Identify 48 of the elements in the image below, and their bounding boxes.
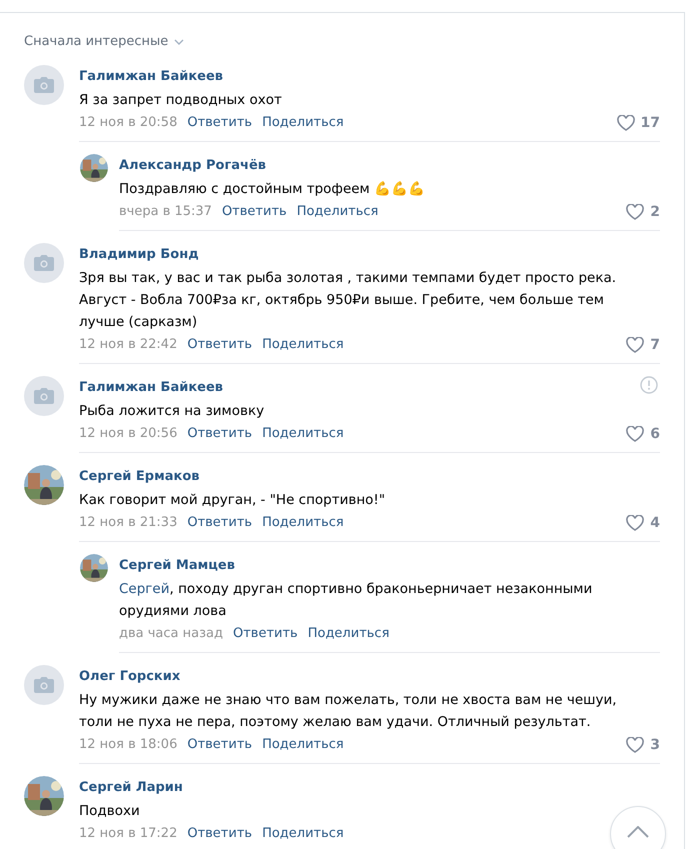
share-link[interactable]: Поделиться xyxy=(262,512,344,534)
share-link[interactable]: Поделиться xyxy=(262,734,344,756)
share-link[interactable]: Поделиться xyxy=(262,823,344,845)
heart-icon xyxy=(626,515,644,531)
share-link[interactable]: Поделиться xyxy=(296,201,378,223)
reply-link[interactable]: Ответить xyxy=(187,512,252,534)
avatar-placeholder[interactable] xyxy=(24,243,64,283)
heart-icon xyxy=(626,337,644,353)
author-name[interactable]: Олег Горских xyxy=(79,667,180,687)
author-name[interactable]: Александр Рогачёв xyxy=(119,156,266,176)
heart-icon xyxy=(616,115,635,131)
avatar-placeholder[interactable] xyxy=(24,376,64,416)
avatar-placeholder[interactable] xyxy=(24,665,64,705)
author-name[interactable]: Владимир Бонд xyxy=(79,245,199,265)
comment-text: Ну мужики даже не знаю что вам пожелать, толи не хвоста вам не чешуи, толи не пуха не пера, поэтому желаю вам удачи. Отличный результат. xyxy=(79,691,618,732)
reply-link[interactable]: Ответить xyxy=(222,201,287,223)
author-name[interactable]: Галимжан Байкеев xyxy=(79,378,224,398)
author-name[interactable]: Сергей Мамцев xyxy=(119,556,235,576)
share-link[interactable]: Поделиться xyxy=(308,623,390,645)
reply-link[interactable]: Ответить xyxy=(187,423,252,445)
scroll-up-button[interactable] xyxy=(610,806,666,849)
author-name[interactable]: Сергей Ларин xyxy=(79,778,183,798)
reply-link[interactable]: Ответить xyxy=(187,334,252,356)
comment-text: Как говорит мой друган, - "Не спортивно!" xyxy=(79,491,386,510)
chevron-up-icon xyxy=(627,826,649,838)
comment-text: Зря вы так, у вас и так рыба золотая , такими темпами будет просто река. Август - Вобла 700₽за кг, октябрь 950₽и выше. Гребите, чем больше тем лучше (сарказм) xyxy=(79,269,618,332)
heart-icon xyxy=(626,426,644,442)
reply-link[interactable]: Ответить xyxy=(232,623,298,645)
avatar-placeholder[interactable] xyxy=(24,65,64,105)
share-link[interactable]: Поделиться xyxy=(262,423,344,445)
mention-link[interactable]: Сергей xyxy=(119,581,170,597)
report-icon[interactable] xyxy=(640,376,658,394)
chevron-down-icon xyxy=(174,38,184,44)
comment-text: Сергей, походу друган спортивно браконьерничает незаконными орудиями лова xyxy=(119,580,594,621)
heart-icon xyxy=(626,204,644,220)
reply-link[interactable]: Ответить xyxy=(187,112,252,134)
comment-text: Я за запрет подводных охот xyxy=(79,91,283,110)
author-name[interactable]: Сергей Ермаков xyxy=(79,467,200,487)
comment-text: Рыба ложится на зимовку xyxy=(79,402,266,421)
comment-text: Поздравляю с достойным трофеем 💪💪💪 xyxy=(119,180,426,199)
author-name[interactable]: Галимжан Байкеев xyxy=(79,67,224,87)
share-link[interactable]: Поделиться xyxy=(262,334,344,356)
share-link[interactable]: Поделиться xyxy=(262,112,344,134)
reply-link[interactable]: Ответить xyxy=(187,734,252,756)
heart-icon xyxy=(626,737,644,753)
reply-link[interactable]: Ответить xyxy=(187,823,252,845)
sort-dropdown[interactable]: Сначала интересные xyxy=(24,34,184,49)
comment-text: Подвохи xyxy=(79,802,141,821)
